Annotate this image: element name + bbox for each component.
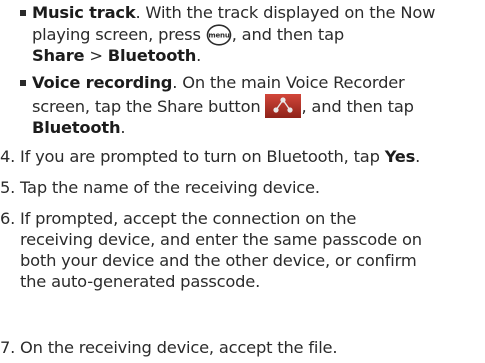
bullet-voice-recording: Voice recording. On the main Voice Recor… — [20, 73, 475, 138]
instruction-page: Music track. With the track displayed on… — [0, 0, 485, 363]
menu-key-label: menu — [208, 31, 229, 39]
bullet-lead: Voice recording — [32, 73, 173, 92]
bullet-lead: Music track — [32, 3, 136, 22]
step-number: 7. — [0, 338, 16, 357]
share-icon — [265, 93, 302, 118]
step-number: 5. — [0, 178, 16, 197]
bullet-marker — [20, 10, 26, 16]
step-number: 4. — [0, 147, 16, 166]
bullet-marker — [20, 80, 26, 86]
step-number: 6. — [0, 209, 16, 228]
bullet-music-track: Music track. With the track displayed on… — [20, 3, 475, 66]
step-4: 4. If you are prompted to turn on Blueto… — [0, 147, 421, 166]
step-7: 7. On the receiving device, accept the f… — [0, 338, 338, 357]
menu-key-icon: menu — [206, 23, 232, 46]
step-6: 6. If prompted, accept the connection on… — [0, 209, 422, 291]
step-5: 5. Tap the name of the receiving device. — [0, 178, 320, 197]
